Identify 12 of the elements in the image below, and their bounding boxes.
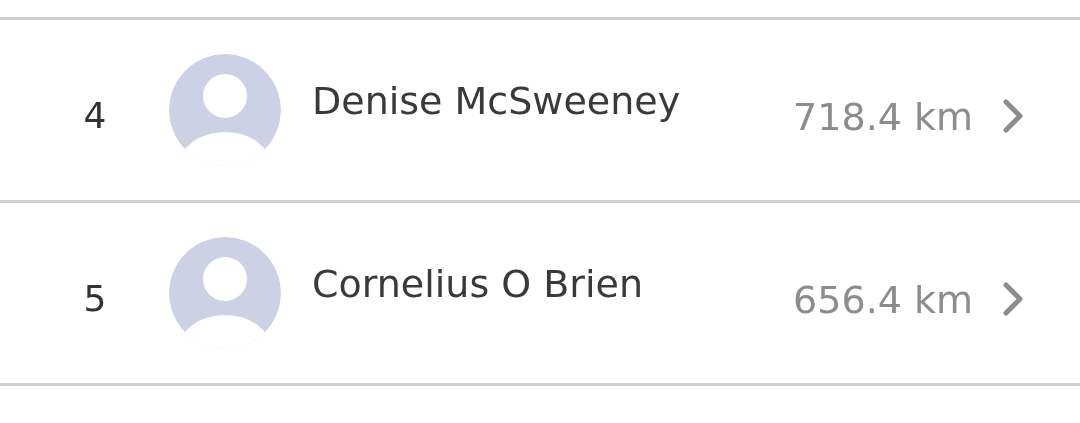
avatar-icon: [169, 237, 281, 349]
rank-number: 5: [82, 277, 108, 319]
distance-value: 656.4 km: [793, 278, 973, 322]
athlete-name: Cornelius O Brien: [312, 262, 643, 306]
chevron-right-icon: [1001, 97, 1025, 135]
distance-value: 718.4 km: [793, 95, 973, 139]
rank-number: 4: [82, 94, 108, 136]
leaderboard-row[interactable]: 5 Cornelius O Brien 656.4 km: [0, 200, 1080, 386]
avatar-icon: [169, 54, 281, 166]
chevron-right-icon: [1001, 280, 1025, 318]
athlete-name: Denise McSweeney: [312, 79, 681, 123]
leaderboard-row[interactable]: 4 Denise McSweeney 718.4 km: [0, 17, 1080, 200]
